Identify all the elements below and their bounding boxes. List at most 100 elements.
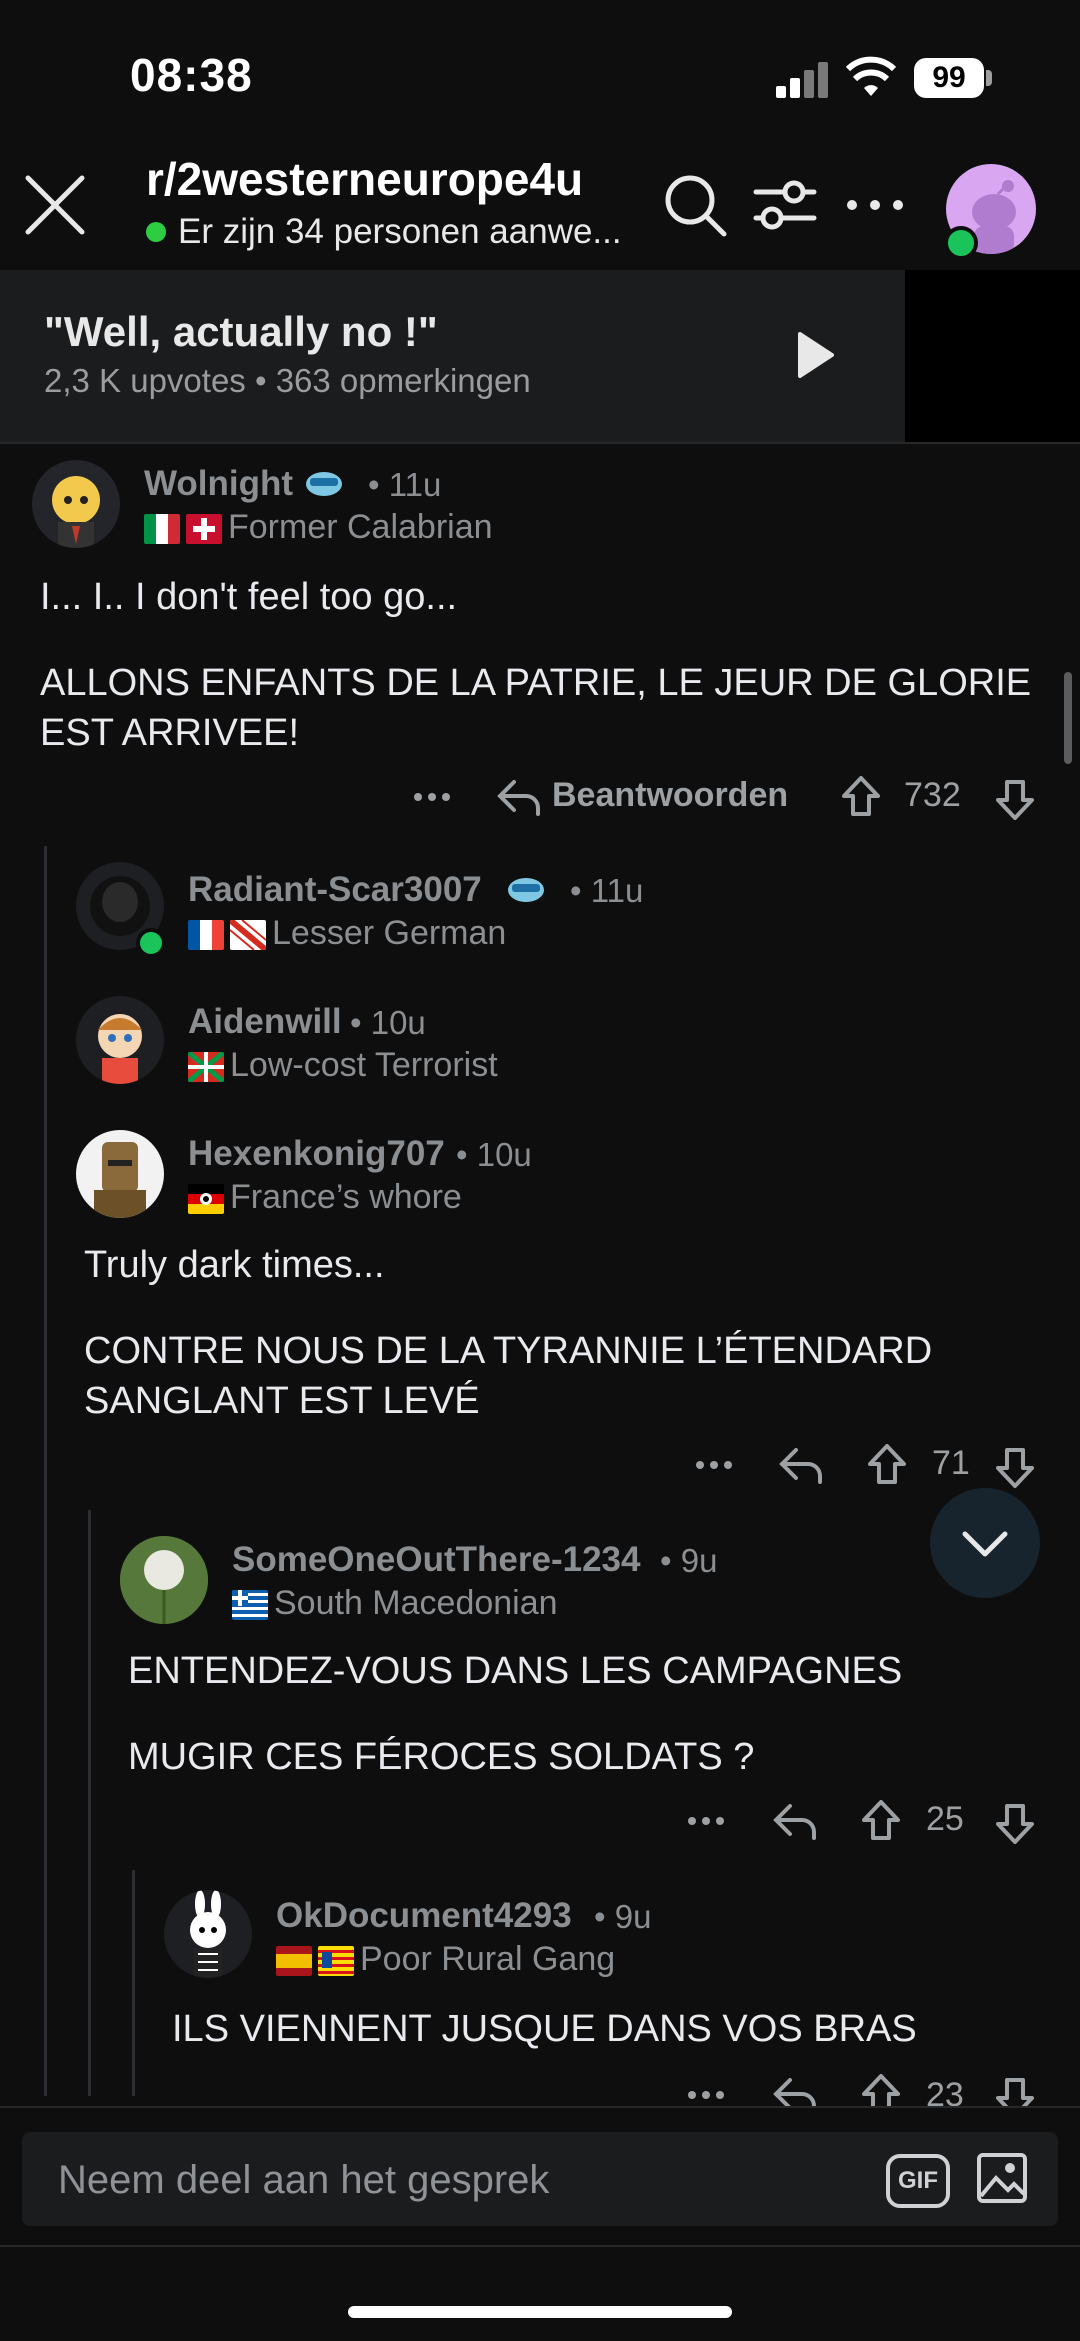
post-title: "Well, actually no !" (44, 308, 438, 355)
comment-username[interactable]: Aidenwill (188, 1002, 342, 1042)
avatar[interactable] (120, 1536, 208, 1624)
comment-username[interactable]: SomeOneOutThere-1234 (232, 1540, 640, 1580)
more-icon[interactable] (686, 1806, 726, 1836)
alsace-flag-icon (230, 920, 266, 951)
comment-paragraph: ENTENDEZ-VOUS DANS LES CAMPAGNES (128, 1650, 903, 1692)
comment-time: • 11u (368, 466, 442, 503)
user-flair: South Macedonian (232, 1584, 558, 1623)
cellular-signal-icon (776, 60, 830, 98)
divider (0, 2106, 1080, 2108)
image-icon[interactable] (976, 2152, 1028, 2204)
italy-flag-icon (144, 514, 180, 545)
avatar[interactable] (164, 1890, 252, 1978)
post-banner[interactable] (0, 270, 905, 442)
next-comment-button[interactable] (930, 1488, 1040, 1598)
comment-username[interactable]: OkDocument4293 (276, 1896, 572, 1936)
online-indicator (146, 222, 166, 242)
avatar[interactable] (76, 996, 164, 1084)
reply-icon[interactable] (778, 1444, 824, 1484)
comment-username[interactable]: Wolnight (144, 464, 293, 504)
comment-time: • 10u (456, 1136, 532, 1173)
upvote-icon[interactable] (866, 1442, 908, 1486)
reply-button[interactable]: Beantwoorden (552, 776, 788, 815)
online-status-dot (944, 226, 978, 260)
flair-text: France’s whore (230, 1178, 462, 1216)
reply-icon[interactable] (772, 1800, 818, 1840)
avatar[interactable] (32, 460, 120, 548)
clipped-actions-row: 23 (0, 2070, 1080, 2106)
thread-line[interactable] (132, 1870, 135, 2096)
downvote-icon[interactable] (994, 1446, 1036, 1490)
comment-time: • 9u (660, 1542, 718, 1579)
more-icon[interactable] (694, 1450, 734, 1480)
divider (0, 2245, 1080, 2247)
comment-body: Truly dark times... CONTRE NOUS DE LA TY… (84, 1240, 1044, 1426)
filter-icon[interactable] (752, 172, 818, 238)
comment-username[interactable]: Hexenkonig707 (188, 1134, 445, 1174)
comment-body: ILS VIENNENT JUSQUE DANS VOS BRAS (172, 2004, 1052, 2054)
reply-icon[interactable] (496, 776, 542, 816)
downvote-icon[interactable] (994, 1802, 1036, 1846)
flair-text: Poor Rural Gang (360, 1940, 616, 1978)
online-count: Er zijn 34 personen aanwe... (178, 212, 622, 251)
flair-text: South Macedonian (274, 1584, 558, 1622)
divider (0, 442, 1080, 444)
snoo-badge-icon (306, 472, 342, 496)
comment-paragraph: CONTRE NOUS DE LA TYRANNIE L’ÉTENDARD SA… (84, 1330, 933, 1422)
reply-icon[interactable] (772, 2074, 818, 2106)
aragon-flag-icon (318, 1946, 354, 1977)
greece-flag-icon (232, 1590, 268, 1621)
france-flag-icon (188, 920, 224, 951)
play-icon[interactable] (796, 330, 836, 380)
spain-flag-icon (276, 1946, 312, 1977)
downvote-icon[interactable] (994, 778, 1036, 822)
user-flair: Poor Rural Gang (276, 1940, 615, 1979)
vote-count: 732 (904, 776, 961, 814)
post-meta: 2,3 K upvotes • 363 opmerkingen (44, 362, 531, 399)
gif-button[interactable]: GIF (886, 2154, 950, 2208)
flair-text: Former Calabrian (228, 508, 493, 546)
german-empire-flag-icon (188, 1184, 224, 1215)
vote-count: 25 (926, 1800, 964, 1838)
vote-count: 71 (932, 1444, 970, 1482)
comment-body: I... I.. I don't feel too go... ALLONS E… (40, 572, 1040, 758)
user-flair: Lesser German (188, 914, 506, 953)
flair-text: Lesser German (272, 914, 507, 952)
comment-body: ENTENDEZ-VOUS DANS LES CAMPAGNES MUGIR C… (128, 1646, 1048, 1782)
upvote-icon[interactable] (860, 2072, 902, 2106)
comment-time: • 11u (570, 872, 644, 909)
wifi-icon (846, 56, 896, 96)
more-icon[interactable] (686, 2080, 726, 2106)
comment-username[interactable]: Radiant-Scar3007 (188, 870, 482, 910)
upvote-icon[interactable] (860, 1798, 902, 1842)
comment-input-placeholder[interactable]: Neem deel aan het gesprek (58, 2158, 549, 2203)
battery-icon: 99 (914, 58, 984, 98)
battery-tip (986, 70, 992, 86)
comment-paragraph: ILS VIENNENT JUSQUE DANS VOS BRAS (172, 2008, 917, 2050)
comment-paragraph: Truly dark times... (84, 1244, 385, 1286)
comment-paragraph: ALLONS ENFANTS DE LA PATRIE, LE JEUR DE … (40, 662, 1032, 754)
subreddit-name[interactable]: r/2westerneurope4u (146, 152, 583, 206)
scrollbar[interactable] (1064, 672, 1072, 764)
thread-line[interactable] (44, 846, 47, 2096)
basque-flag-icon (188, 1052, 224, 1083)
comment-time: • 9u (594, 1898, 652, 1935)
home-indicator[interactable] (348, 2306, 732, 2318)
search-icon[interactable] (662, 172, 728, 238)
comment-time: • 10u (350, 1004, 426, 1041)
more-options-icon[interactable] (842, 172, 908, 238)
comment-paragraph: I... I.. I don't feel too go... (40, 576, 458, 618)
chevron-down-icon (962, 1531, 1008, 1557)
snoo-badge-icon (508, 878, 544, 902)
thread-line[interactable] (88, 1510, 91, 2096)
post-thumbnail[interactable] (905, 270, 1080, 442)
online-status-dot (136, 928, 166, 958)
downvote-icon[interactable] (994, 2076, 1036, 2106)
status-time: 08:38 (130, 49, 253, 101)
savoy-flag-icon (186, 514, 222, 545)
upvote-icon[interactable] (840, 774, 882, 818)
user-flair: Former Calabrian (144, 508, 493, 547)
more-icon[interactable] (412, 782, 452, 812)
close-icon[interactable] (22, 172, 88, 238)
avatar[interactable] (76, 1130, 164, 1218)
